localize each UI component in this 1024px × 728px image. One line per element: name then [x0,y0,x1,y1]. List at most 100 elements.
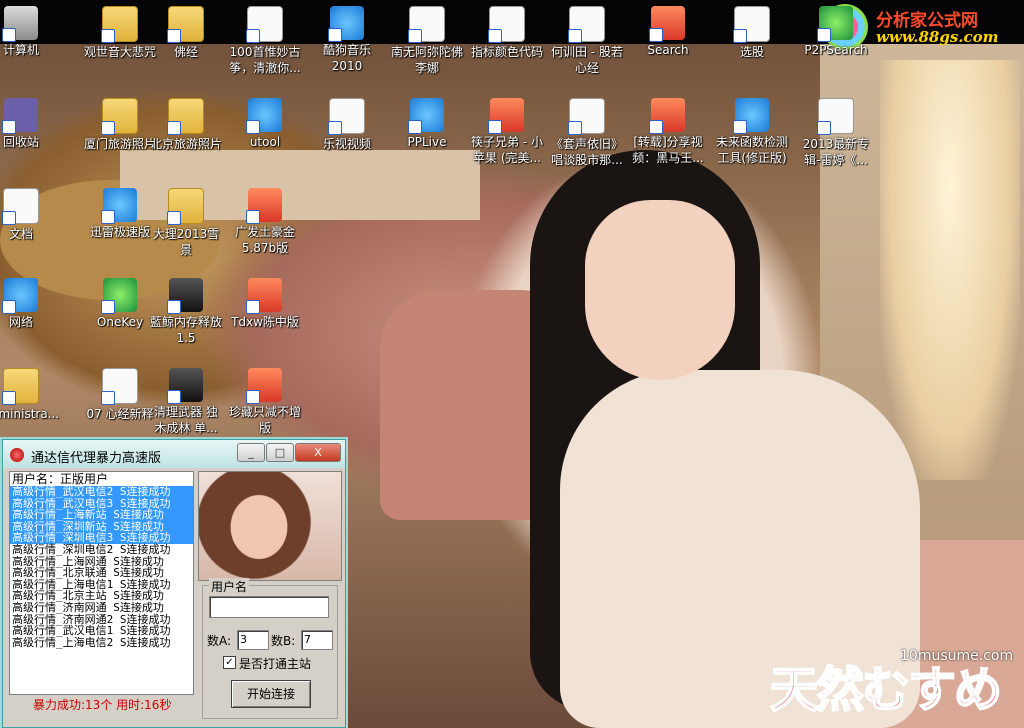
app-icon [246,278,282,314]
document-icon [568,98,605,135]
desktop-icon[interactable]: 文档 [0,188,67,242]
p2psearch-icon [817,6,853,42]
desktop-icon[interactable]: P2PSearch [790,6,882,58]
desktop-icon-label: utool [249,135,281,149]
server-list-item[interactable]: 高级行情_北京联通 S连接成功 [10,567,193,579]
letv-icon [328,98,365,135]
window-title: 通达信代理暴力高速版 [31,451,162,466]
server-list-item[interactable]: 高级行情_武汉电信1 S连接成功 [10,625,193,637]
logo-url: www.88gs.com [876,28,999,46]
maximize-button[interactable]: □ [266,443,294,462]
shortcut-arrow-icon [2,211,16,225]
desktop-icon[interactable]: 选股 [706,6,798,60]
shortcut-arrow-icon [101,210,115,224]
desktop-icon-label: Administra... [0,407,60,421]
desktop-icon-label: 回收站 [2,135,39,149]
desktop-icon[interactable]: Administra... [0,368,67,422]
desktop-icon-label: 筷子兄弟 - 小 苹果 (完美... [471,135,543,165]
shortcut-arrow-icon [246,29,260,43]
document-icon [101,368,138,405]
desktop-icon-label: [转载]分享视 频：黑马王... [632,135,704,165]
num-a-input[interactable]: 3 [237,630,269,650]
minimize-button[interactable]: _ [237,443,265,462]
watermark-url: 10musume.com [900,648,1014,664]
network-icon [2,278,38,314]
vlc-icon [488,98,524,134]
desktop-icon[interactable]: 指标颜色代码 [461,6,553,60]
shortcut-arrow-icon [2,120,16,134]
shortcut-arrow-icon [246,210,260,224]
desktop-icon[interactable]: 《套声依旧》 唱谈股市那... [541,98,633,168]
utool-icon [246,98,282,134]
desktop-icon[interactable]: 珍藏只减不增 版 [219,368,311,436]
window-titlebar[interactable]: 通达信代理暴力高速版 _ □ X [3,440,345,468]
app-icon [246,368,282,404]
main-station-checkbox[interactable]: ✓ [223,656,236,669]
desktop-icon-label: 广发土豪金 5.87b版 [234,225,295,255]
memory-tool-icon [167,278,203,314]
documents-icon [2,188,39,225]
desktop-icon[interactable]: 筷子兄弟 - 小 苹果 (完美... [461,98,553,166]
desktop-icon-label: P2PSearch [804,43,868,57]
desktop-icon[interactable]: Tdxw陈中版 [219,278,311,330]
shortcut-arrow-icon [649,28,663,42]
desktop-icon-label: 文档 [8,227,33,241]
wallpaper-face [585,200,735,380]
app-icon [246,188,282,224]
connect-button[interactable]: 开始连接 [231,680,311,708]
username-input[interactable] [209,596,329,618]
desktop-icon[interactable]: 2013最新专 辑-雷婷《... [790,98,882,168]
shortcut-arrow-icon [408,29,422,43]
shortcut-arrow-icon [246,300,260,314]
desktop-icon[interactable]: 回收站 [0,98,67,150]
user-folder-icon [2,368,39,405]
desktop-icon[interactable]: [转载]分享视 频：黑马王... [622,98,714,166]
shortcut-arrow-icon [328,28,342,42]
proxy-app-window[interactable]: 通达信代理暴力高速版 _ □ X 用户名：正版用户 高级行情_武汉电信2 S连接… [2,439,346,728]
shortcut-arrow-icon [568,121,582,135]
desktop-icon[interactable]: 酷狗音乐 2010 [301,6,393,74]
desktop-icon[interactable]: utool [219,98,311,150]
shortcut-arrow-icon [328,121,342,135]
desktop-icon-label: 《套声依旧》 唱谈股市那... [550,137,623,167]
recycle-bin-icon [2,98,38,134]
shortcut-arrow-icon [733,120,747,134]
server-list-item[interactable]: 高级行情_济南网通 S连接成功 [10,602,193,614]
server-list-item[interactable]: 高级行情_武汉电信2 S连接成功 [10,486,193,498]
server-list-item[interactable]: 高级行情_深圳电信2 S连接成功 [10,544,193,556]
shortcut-arrow-icon [167,29,181,43]
desktop-icon[interactable]: PPLive [381,98,473,150]
desktop-icon[interactable]: 广发土豪金 5.87b版 [219,188,311,256]
shortcut-arrow-icon [488,120,502,134]
num-a-label: 数A: [207,634,232,648]
server-list[interactable]: 用户名：正版用户 高级行情_武汉电信2 S连接成功 高级行情_武汉电信3 S连接成… [9,471,194,695]
onekey-icon [101,278,137,314]
avatar-photo [198,471,342,581]
shortcut-arrow-icon [167,121,181,135]
desktop-icon[interactable]: 100首惟妙古 筝，清澈你... [219,6,311,76]
desktop-icon-label: Search [647,43,689,57]
cleaner-icon [167,368,203,404]
desktop-icon[interactable]: 南无阿弥陀佛 李娜 [381,6,473,76]
desktop-icon[interactable]: 计算机 [0,6,67,58]
desktop-icon[interactable]: 未来函数检测 工具(修正版) [706,98,798,166]
server-list-item[interactable]: 高级行情_上海电信2 S连接成功 [10,637,193,649]
desktop-icon-label: 南无阿弥陀佛 李娜 [390,45,463,75]
shortcut-arrow-icon [167,300,181,314]
video-icon [649,98,685,134]
desktop-icon[interactable]: 网络 [0,278,67,330]
close-button[interactable]: X [295,443,341,462]
shortcut-arrow-icon [167,390,181,404]
desktop-icon[interactable]: 乐视视频 [301,98,393,152]
folder-icon [167,98,204,135]
desktop-icon[interactable]: Search [622,6,714,58]
desktop-icon[interactable]: 何训田 - 股若 心经 [541,6,633,76]
desktop-icon-label: PPLive [407,135,447,149]
desktop-icon-label: 指标颜色代码 [470,45,543,59]
username-label: 用户名 [209,578,250,595]
status-text: 暴力成功:13个 用时:16秒 [33,698,172,712]
shortcut-arrow-icon [246,120,260,134]
desktop-icon-label: 选股 [739,45,764,59]
num-b-input[interactable]: 7 [301,630,333,650]
xunlei-icon [101,188,137,224]
